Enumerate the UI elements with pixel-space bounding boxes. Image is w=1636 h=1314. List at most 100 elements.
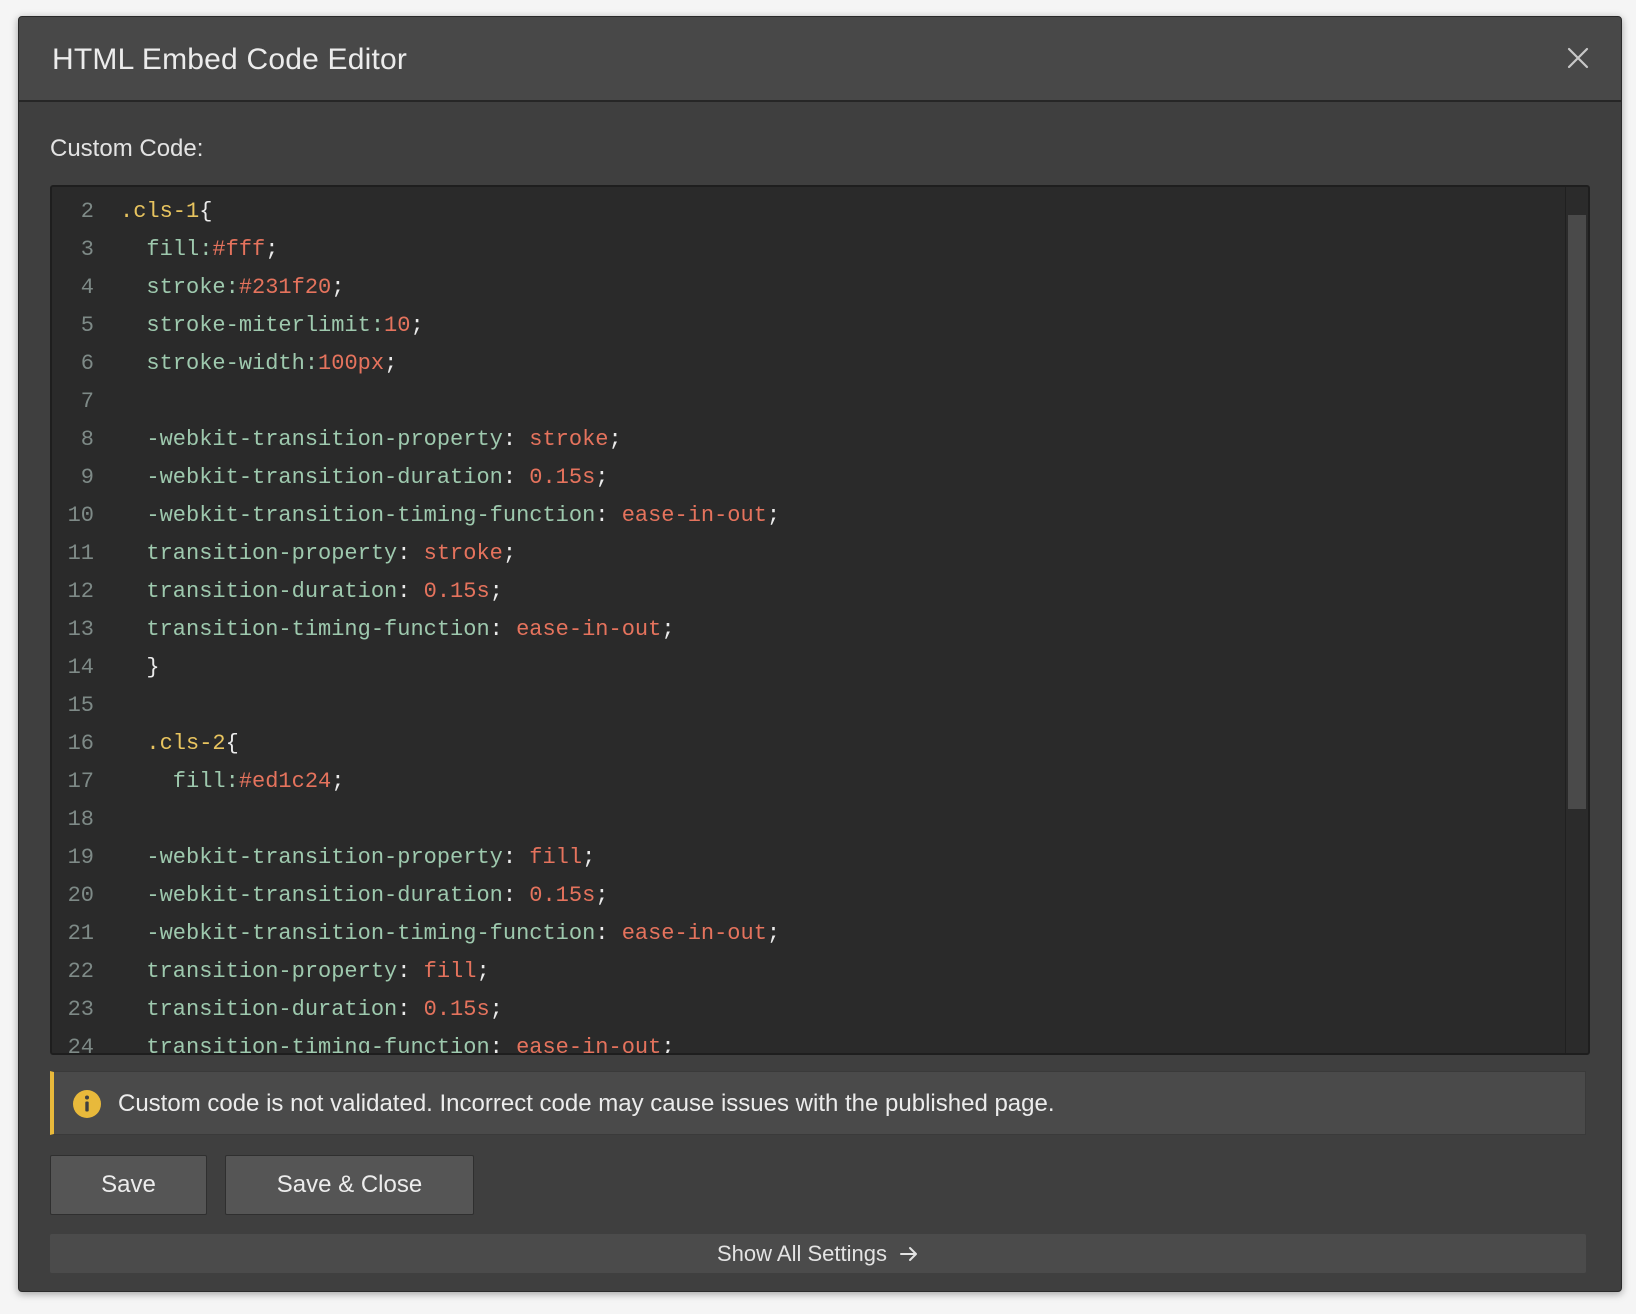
code-token: #ed1c24: [238, 769, 332, 794]
line-number: 3: [80, 237, 94, 262]
code-token: stroke-width:: [120, 351, 319, 376]
code-line[interactable]: 17 fill:#ed1c24;: [52, 763, 1566, 801]
code-line[interactable]: 18: [52, 801, 1566, 839]
code-token: ;: [476, 959, 490, 984]
code-text: fill:#ed1c24;: [120, 763, 345, 801]
code-editor[interactable]: 2 .cls-1{3 fill:#fff; 4 stroke:#231f20; 5 s…: [50, 185, 1590, 1055]
code-token: 0.15s: [423, 579, 490, 604]
line-number: 2: [80, 199, 94, 224]
code-token: :: [595, 503, 622, 528]
code-token: ;: [661, 617, 675, 642]
code-token: ease-in-out: [621, 921, 767, 946]
code-token: ;: [582, 845, 596, 870]
code-line[interactable]: 16 .cls-2{: [52, 725, 1566, 763]
code-token: ;: [410, 313, 424, 338]
html-embed-dialog: HTML Embed Code Editor Custom Code: 2 .cl…: [18, 16, 1622, 1292]
code-token: fill:: [120, 237, 213, 262]
line-number: 15: [67, 693, 94, 718]
code-line[interactable]: 24 transition-timing-function: ease-in-o…: [52, 1029, 1566, 1055]
code-text: -webkit-transition-timing-function: ease…: [120, 497, 780, 535]
show-all-settings-link[interactable]: Show All Settings: [50, 1234, 1586, 1273]
code-token: :: [489, 617, 517, 642]
code-text: -webkit-transition-property: fill;: [120, 839, 595, 877]
code-line[interactable]: 19 -webkit-transition-property: fill;: [52, 839, 1566, 877]
code-token: :: [502, 883, 530, 908]
code-line[interactable]: 22 transition-property: fill;: [52, 953, 1566, 991]
code-line[interactable]: 8 -webkit-transition-property: stroke;: [52, 421, 1566, 459]
code-line[interactable]: 10 -webkit-transition-timing-function: e…: [52, 497, 1566, 535]
code-area[interactable]: 2 .cls-1{3 fill:#fff; 4 stroke:#231f20; 5 s…: [52, 193, 1566, 1055]
code-text: -webkit-transition-duration: 0.15s;: [120, 459, 609, 497]
code-line[interactable]: 14 }: [52, 649, 1566, 687]
code-line[interactable]: 12 transition-duration: 0.15s;: [52, 573, 1566, 611]
code-token: stroke: [529, 427, 609, 452]
code-token: fill:: [120, 769, 239, 794]
line-number: 23: [67, 997, 94, 1022]
line-number: 8: [80, 427, 94, 452]
code-token: :: [502, 427, 530, 452]
code-token: ;: [502, 541, 517, 566]
code-token: 10: [384, 313, 411, 338]
code-line[interactable]: 7: [52, 383, 1566, 421]
code-token: :: [502, 845, 530, 870]
line-number: 10: [67, 503, 94, 528]
code-token: -webkit-transition-timing-function: [120, 503, 596, 528]
editor-scrollbar[interactable]: [1565, 187, 1588, 1053]
code-token: {: [225, 731, 239, 756]
line-number: 12: [67, 579, 94, 604]
code-line[interactable]: 11 transition-property: stroke;: [52, 535, 1566, 573]
code-token: ease-in-out: [516, 617, 662, 642]
line-number: 5: [80, 313, 94, 338]
line-number: 13: [67, 617, 94, 642]
code-line[interactable]: 2 .cls-1{: [52, 193, 1566, 231]
code-token: -webkit-transition-timing-function: [120, 921, 596, 946]
line-number: 4: [80, 275, 94, 300]
code-token: :: [397, 997, 424, 1022]
code-text: -webkit-transition-property: stroke;: [120, 421, 622, 459]
code-token: .cls-2: [120, 731, 226, 756]
line-number: 9: [80, 465, 94, 490]
code-token: .cls-1: [120, 199, 200, 224]
code-token: -webkit-transition-duration: [120, 465, 503, 490]
code-token: ;: [766, 921, 781, 946]
code-token: ;: [384, 351, 398, 376]
code-token: ;: [331, 275, 345, 300]
code-token: 100px: [318, 351, 385, 376]
line-number: 16: [67, 731, 94, 756]
code-text: stroke-width:100px;: [120, 345, 397, 383]
notice-text: Custom code is not validated. Incorrect …: [118, 1090, 1055, 1117]
save-close-button[interactable]: Save & Close: [225, 1155, 474, 1215]
code-token: -webkit-transition-duration: [120, 883, 503, 908]
code-line[interactable]: 15: [52, 687, 1566, 725]
scrollbar-thumb[interactable]: [1568, 215, 1586, 809]
code-token: transition-timing-function: [120, 1035, 490, 1055]
close-button[interactable]: [1561, 41, 1595, 75]
code-line[interactable]: 13 transition-timing-function: ease-in-o…: [52, 611, 1566, 649]
custom-code-label: Custom Code:: [50, 135, 204, 162]
code-line[interactable]: 5 stroke-miterlimit:10;: [52, 307, 1566, 345]
code-token: ease-in-out: [621, 503, 767, 528]
code-line[interactable]: 21 -webkit-transition-timing-function: e…: [52, 915, 1566, 953]
code-line[interactable]: 9 -webkit-transition-duration: 0.15s;: [52, 459, 1566, 497]
save-button[interactable]: Save: [50, 1155, 207, 1215]
code-token: stroke-miterlimit:: [120, 313, 385, 338]
code-line[interactable]: 3 fill:#fff;: [52, 231, 1566, 269]
arrow-right-icon: [899, 1245, 919, 1263]
code-line[interactable]: 6 stroke-width:100px;: [52, 345, 1566, 383]
code-token: ;: [331, 769, 345, 794]
line-number: 21: [67, 921, 94, 946]
code-line[interactable]: 23 transition-duration: 0.15s;: [52, 991, 1566, 1029]
validation-notice: Custom code is not validated. Incorrect …: [50, 1071, 1586, 1135]
code-token: {: [199, 199, 213, 224]
code-text: .cls-2{: [120, 725, 239, 763]
code-token: ;: [595, 465, 609, 490]
code-line[interactable]: 4 stroke:#231f20;: [52, 269, 1566, 307]
code-token: ;: [608, 427, 622, 452]
code-token: transition-property: [120, 959, 398, 984]
code-token: ;: [265, 237, 279, 262]
code-token: ;: [595, 883, 609, 908]
code-line[interactable]: 20 -webkit-transition-duration: 0.15s;: [52, 877, 1566, 915]
code-token: transition-timing-function: [120, 617, 490, 642]
code-text: }: [120, 649, 159, 687]
line-number: 14: [67, 655, 94, 680]
